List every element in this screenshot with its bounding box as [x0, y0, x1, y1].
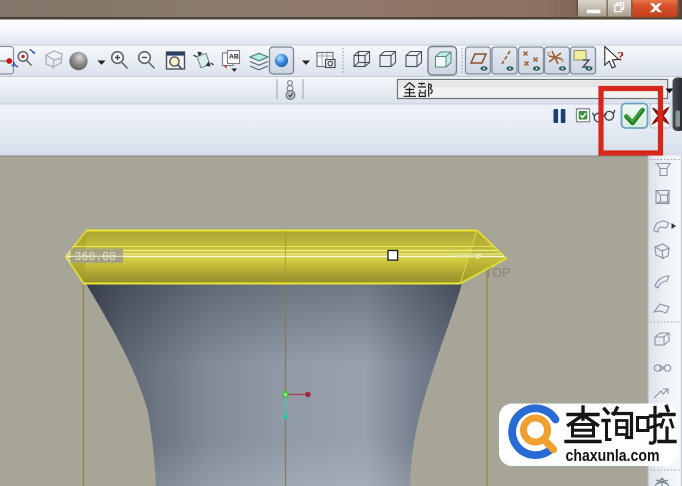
svg-text:chaxunla.com: chaxunla.com — [566, 447, 660, 465]
svg-text:y: y — [547, 51, 550, 57]
svg-text:AB: AB — [229, 54, 239, 61]
svg-text:x: x — [561, 58, 564, 64]
svg-text:360.00: 360.00 — [75, 251, 117, 264]
svg-text:?: ? — [618, 49, 625, 64]
